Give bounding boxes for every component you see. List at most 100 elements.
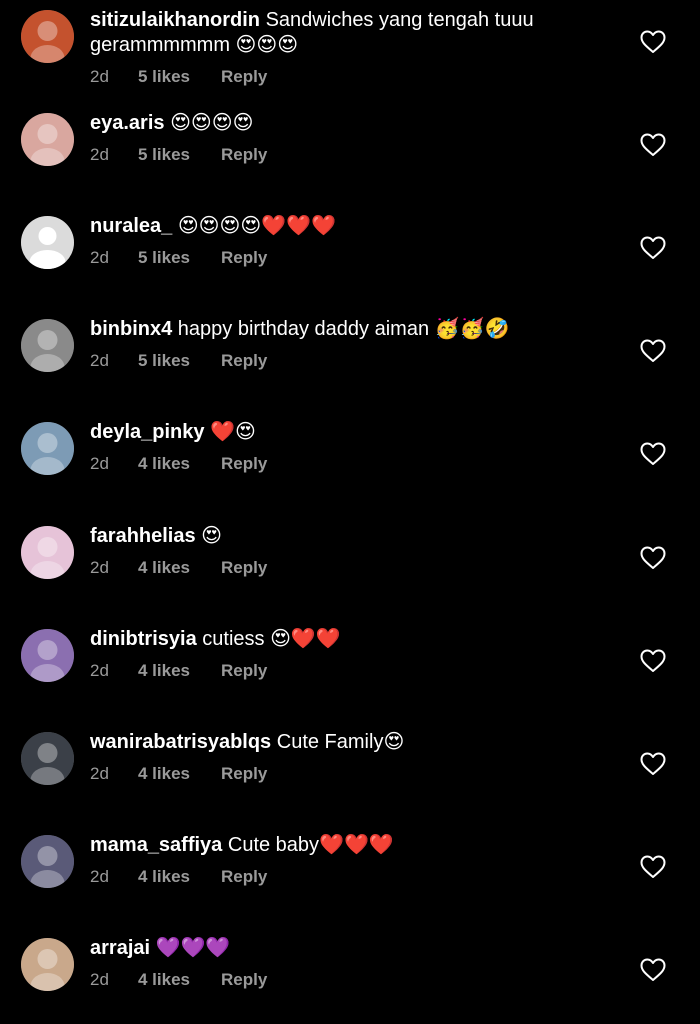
- comment-likes[interactable]: 5 likes: [138, 350, 221, 372]
- avatar[interactable]: [21, 629, 74, 682]
- comment-time: 2d: [90, 351, 109, 370]
- comment-likes[interactable]: 4 likes: [138, 969, 221, 991]
- avatar[interactable]: [21, 732, 74, 785]
- comment-username[interactable]: sitizulaikhanordin: [90, 9, 260, 31]
- comment-row: binbinx4 happy birthday daddy aiman 🥳🥳🤣 2…: [0, 309, 700, 412]
- comment-username[interactable]: arrajai: [90, 937, 150, 959]
- comment-text: eya.aris 😍😍😍😍: [90, 111, 610, 136]
- comment-content: sitizulaikhanordin Sandwiches yang tenga…: [90, 8, 610, 88]
- heart-outline-icon[interactable]: [640, 649, 666, 673]
- reply-button[interactable]: Reply: [221, 247, 267, 269]
- comment-time: 2d: [90, 764, 109, 783]
- comment-body: happy birthday daddy aiman 🥳🥳🤣: [177, 318, 510, 340]
- comment-likes[interactable]: 5 likes: [138, 66, 221, 88]
- comment-meta: 2d 5 likes Reply: [90, 247, 610, 269]
- comment-time: 2d: [90, 970, 109, 989]
- reply-button[interactable]: Reply: [221, 557, 267, 579]
- heart-outline-icon[interactable]: [640, 236, 666, 260]
- comment-username[interactable]: nuralea_: [90, 215, 172, 237]
- heart-outline-icon[interactable]: [640, 133, 666, 157]
- comment-text: nuralea_ 😍😍😍😍❤️❤️❤️: [90, 214, 610, 239]
- heart-outline-icon[interactable]: [640, 339, 666, 363]
- comment-body: Cute baby❤️❤️❤️: [227, 834, 394, 856]
- avatar[interactable]: [21, 319, 74, 372]
- comment-content: mama_saffiya Cute baby❤️❤️❤️ 2d 4 likes Rep…: [90, 833, 610, 888]
- reply-button[interactable]: Reply: [221, 763, 267, 785]
- comment-body: 😍😍😍😍: [170, 112, 254, 134]
- comment-username[interactable]: farahhelias: [90, 525, 196, 547]
- comment-time: 2d: [90, 661, 109, 680]
- comment-time: 2d: [90, 454, 109, 473]
- comment-body: Sandwiches yang tengah tuuu: [265, 9, 534, 31]
- comment-row: nuralea_ 😍😍😍😍❤️❤️❤️ 2d 5 likes Reply: [0, 206, 700, 309]
- comment-meta: 2d 4 likes Reply: [90, 557, 610, 579]
- comment-meta: 2d 5 likes Reply: [90, 350, 610, 372]
- comment-row: eya.aris 😍😍😍😍 2d 5 likes Reply: [0, 103, 700, 206]
- comment-meta: 2d 5 likes Reply: [90, 66, 610, 88]
- comment-meta: 2d 4 likes Reply: [90, 660, 610, 682]
- comment-likes[interactable]: 5 likes: [138, 247, 221, 269]
- reply-button[interactable]: Reply: [221, 453, 267, 475]
- comment-username[interactable]: mama_saffiya: [90, 834, 222, 856]
- comment-username[interactable]: binbinx4: [90, 318, 172, 340]
- comment-meta: 2d 4 likes Reply: [90, 866, 610, 888]
- heart-outline-icon[interactable]: [640, 958, 666, 982]
- comment-time: 2d: [90, 867, 109, 886]
- reply-button[interactable]: Reply: [221, 144, 267, 166]
- avatar[interactable]: [21, 835, 74, 888]
- comment-content: nuralea_ 😍😍😍😍❤️❤️❤️ 2d 5 likes Reply: [90, 214, 610, 269]
- avatar[interactable]: [21, 113, 74, 166]
- comment-likes[interactable]: 5 likes: [138, 144, 221, 166]
- comment-row: arrajai 💜💜💜 2d 4 likes Reply: [0, 928, 700, 1024]
- comment-row: sitizulaikhanordin Sandwiches yang tenga…: [0, 0, 700, 103]
- heart-outline-icon[interactable]: [640, 546, 666, 570]
- comment-likes[interactable]: 4 likes: [138, 866, 221, 888]
- comment-body: 💜💜💜: [155, 937, 231, 959]
- comment-content: arrajai 💜💜💜 2d 4 likes Reply: [90, 936, 610, 991]
- avatar[interactable]: [21, 526, 74, 579]
- heart-outline-icon[interactable]: [640, 855, 666, 879]
- comment-content: farahhelias 😍 2d 4 likes Reply: [90, 524, 610, 579]
- comment-time: 2d: [90, 558, 109, 577]
- reply-button[interactable]: Reply: [221, 969, 267, 991]
- comment-likes[interactable]: 4 likes: [138, 453, 221, 475]
- avatar[interactable]: [21, 216, 74, 269]
- comment-text: farahhelias 😍: [90, 524, 610, 549]
- comment-content: eya.aris 😍😍😍😍 2d 5 likes Reply: [90, 111, 610, 166]
- comment-content: wanirabatrisyablqs Cute Family😍 2d 4 likes…: [90, 730, 610, 785]
- comment-time: 2d: [90, 67, 109, 86]
- comment-meta: 2d 4 likes Reply: [90, 969, 610, 991]
- comment-row: dinibtrisyia cutiess 😍❤️❤️ 2d 4 likes Reply: [0, 619, 700, 722]
- comment-row: mama_saffiya Cute baby❤️❤️❤️ 2d 4 likes Rep…: [0, 825, 700, 928]
- reply-button[interactable]: Reply: [221, 660, 267, 682]
- comment-username[interactable]: eya.aris: [90, 112, 165, 134]
- comment-text: deyla_pinky ❤️😍: [90, 420, 610, 445]
- comment-username[interactable]: dinibtrisyia: [90, 628, 197, 650]
- comment-row: wanirabatrisyablqs Cute Family😍 2d 4 likes…: [0, 722, 700, 825]
- comment-meta: 2d 5 likes Reply: [90, 144, 610, 166]
- avatar[interactable]: [21, 938, 74, 991]
- avatar[interactable]: [21, 422, 74, 475]
- comments-list: sitizulaikhanordin Sandwiches yang tenga…: [0, 0, 700, 1024]
- avatar[interactable]: [21, 10, 74, 63]
- comment-content: dinibtrisyia cutiess 😍❤️❤️ 2d 4 likes Reply: [90, 627, 610, 682]
- comment-likes[interactable]: 4 likes: [138, 660, 221, 682]
- comment-text: arrajai 💜💜💜: [90, 936, 610, 961]
- comment-row: deyla_pinky ❤️😍 2d 4 likes Reply: [0, 412, 700, 515]
- reply-button[interactable]: Reply: [221, 350, 267, 372]
- comment-likes[interactable]: 4 likes: [138, 763, 221, 785]
- comment-text: sitizulaikhanordin Sandwiches yang tenga…: [90, 8, 610, 33]
- comment-text: binbinx4 happy birthday daddy aiman 🥳🥳🤣: [90, 317, 610, 342]
- comment-likes[interactable]: 4 likes: [138, 557, 221, 579]
- comment-body: ❤️😍: [210, 421, 256, 443]
- reply-button[interactable]: Reply: [221, 66, 267, 88]
- heart-outline-icon[interactable]: [640, 30, 666, 54]
- comment-text: dinibtrisyia cutiess 😍❤️❤️: [90, 627, 610, 652]
- heart-outline-icon[interactable]: [640, 442, 666, 466]
- reply-button[interactable]: Reply: [221, 866, 267, 888]
- heart-outline-icon[interactable]: [640, 752, 666, 776]
- comment-username[interactable]: wanirabatrisyablqs: [90, 731, 271, 753]
- comment-username[interactable]: deyla_pinky: [90, 421, 205, 443]
- comment-meta: 2d 4 likes Reply: [90, 763, 610, 785]
- comment-time: 2d: [90, 145, 109, 164]
